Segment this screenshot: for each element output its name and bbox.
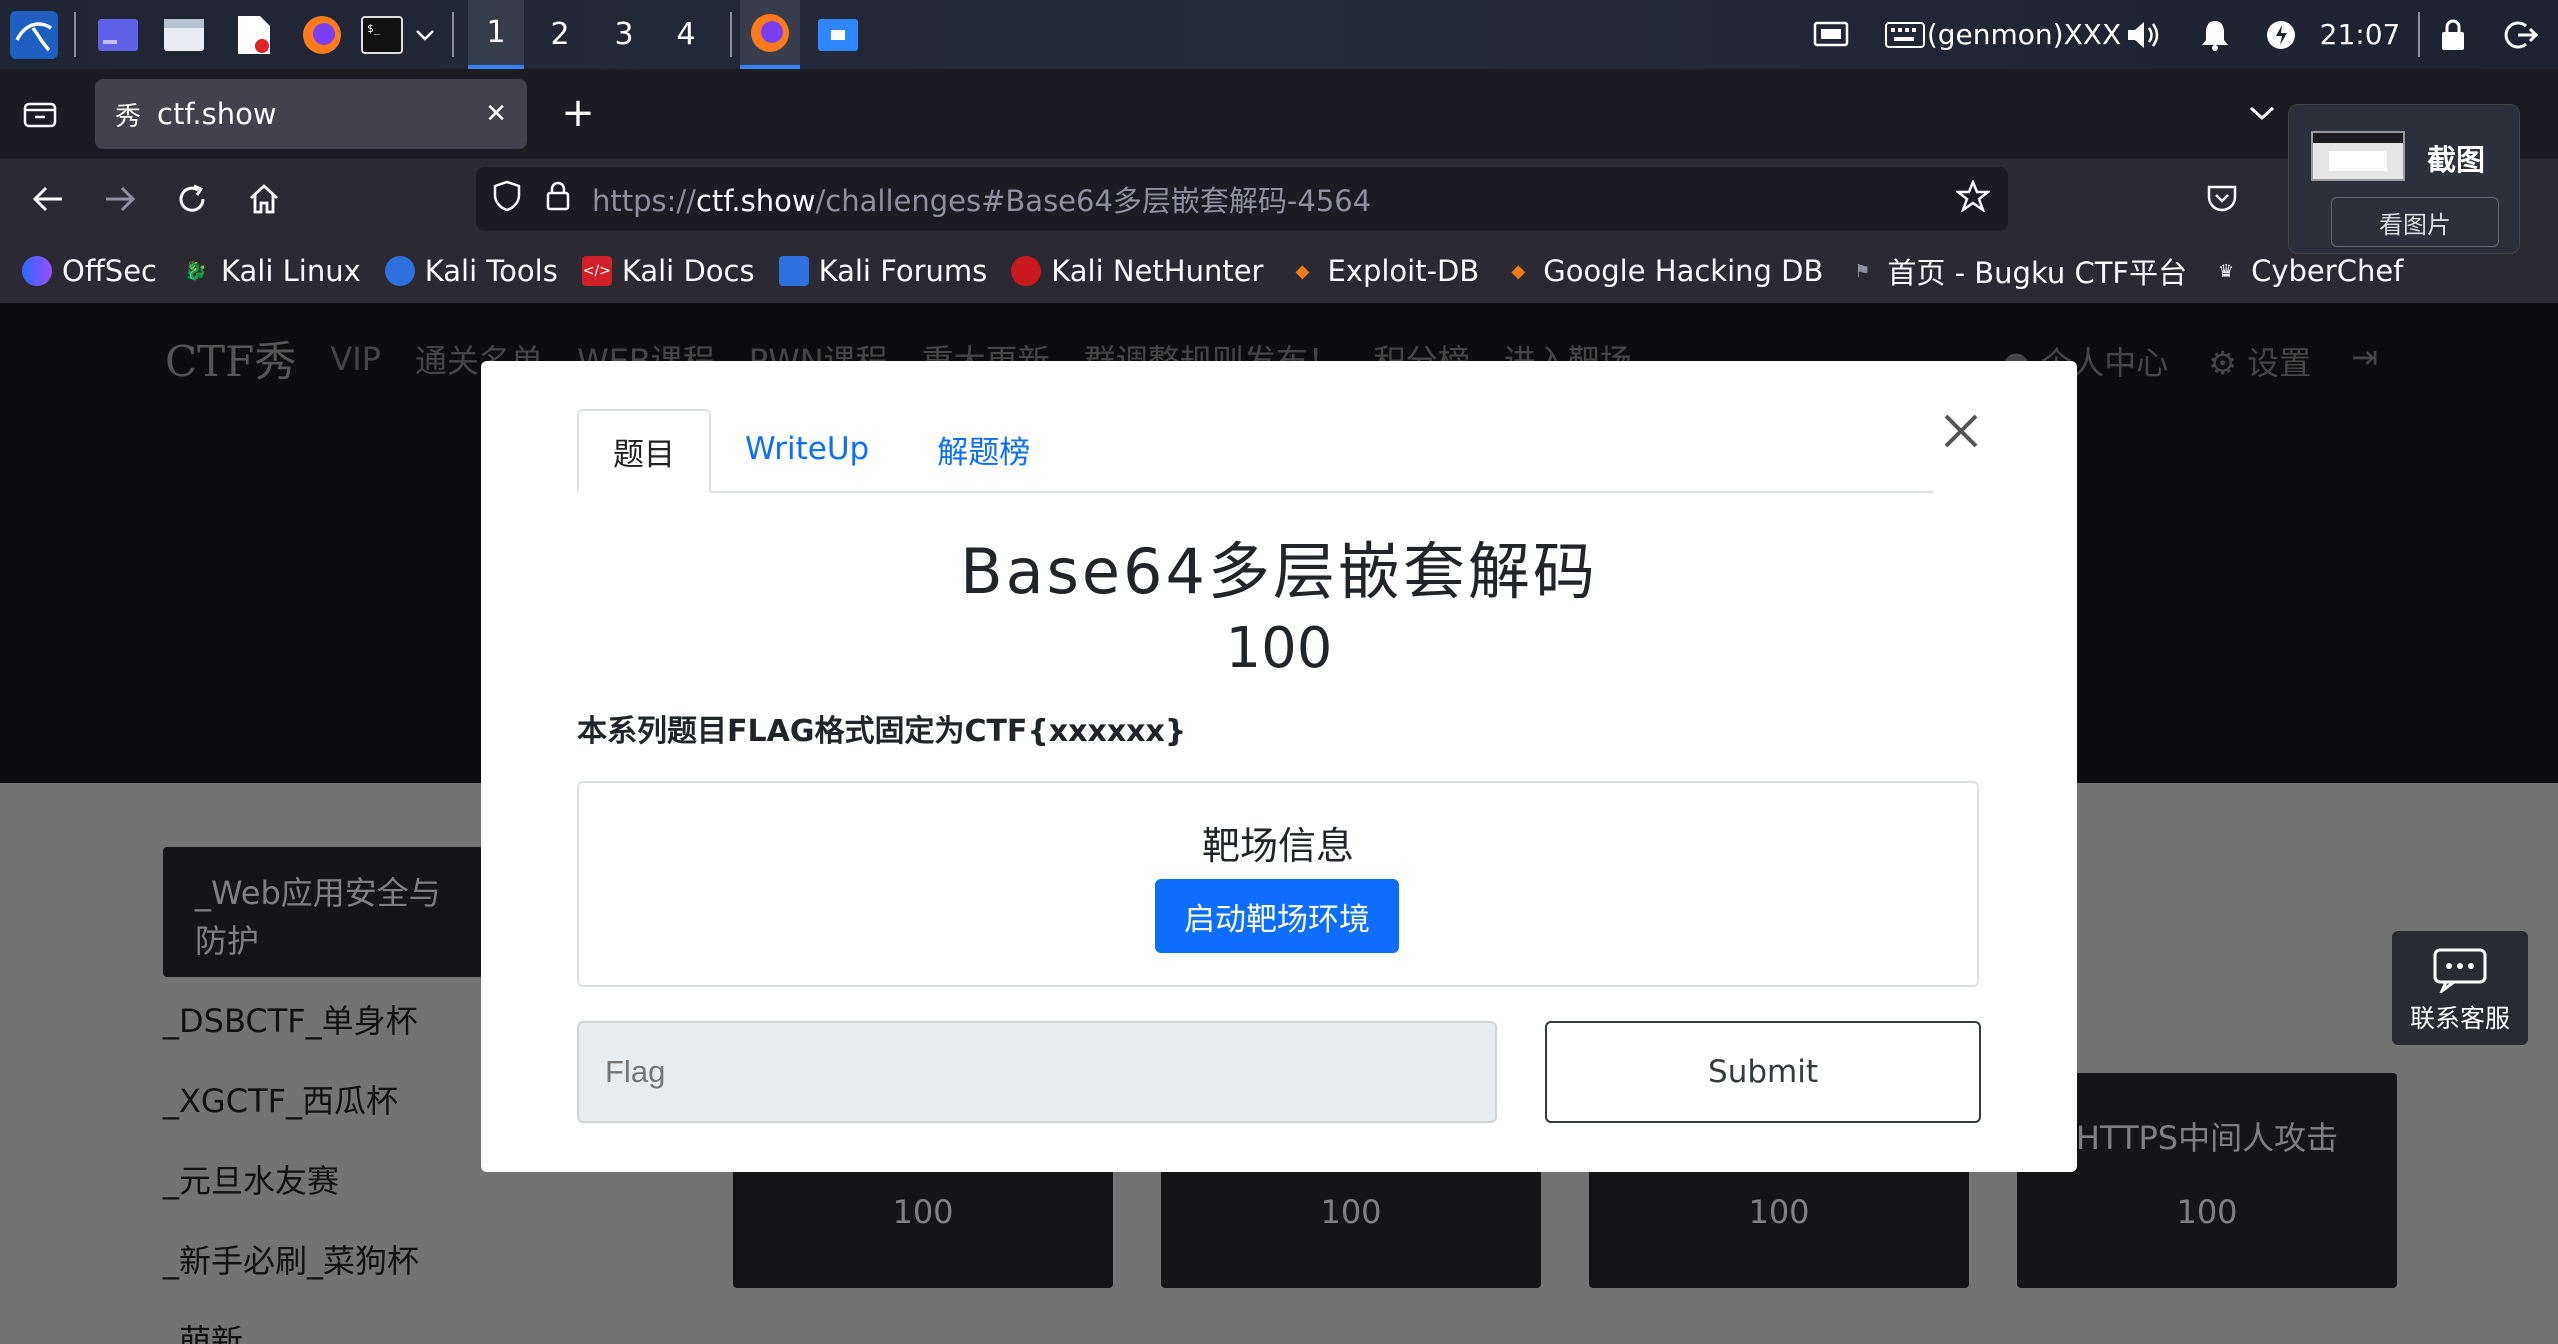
pocket-icon[interactable] <box>2194 171 2250 227</box>
ghdb-icon: ◆ <box>1511 260 1526 282</box>
workspace-3[interactable]: 3 <box>596 0 652 69</box>
screenshot-popup: 截图 看图片 <box>2288 104 2520 254</box>
tab-solves[interactable]: 解题榜 <box>903 407 1064 491</box>
contact-support-button[interactable]: 联系客服 <box>2392 931 2528 1045</box>
kali-forums-icon <box>778 256 809 286</box>
bookmark-star-icon[interactable] <box>1954 178 1992 219</box>
offsec-icon <box>22 256 52 286</box>
bugku-flag-icon: ⚑ <box>1854 260 1871 282</box>
kali-tools-icon <box>384 256 415 286</box>
nethunter-icon <box>1011 256 1042 286</box>
tab-writeup[interactable]: WriteUp <box>711 407 903 491</box>
target-info-title: 靶场信息 <box>1201 824 1354 868</box>
kali-docs-icon: </> <box>581 256 612 286</box>
chevron-down-icon[interactable] <box>410 0 440 69</box>
bookmark-exploit-db[interactable]: ◆ Exploit-DB <box>1287 254 1480 288</box>
taskbar-firefox-window[interactable] <box>740 0 800 69</box>
genmon-label: (genmon)XXX <box>1926 18 2122 51</box>
clock[interactable]: 21:07 <box>2310 0 2410 69</box>
lock-icon[interactable] <box>546 181 576 218</box>
bookmark-kali-linux[interactable]: 🐉 Kali Linux <box>181 254 361 288</box>
home-icon[interactable] <box>236 171 292 227</box>
file-manager-icon[interactable] <box>156 0 212 69</box>
network-icon[interactable] <box>1806 0 1856 69</box>
notifications-icon[interactable] <box>2190 0 2240 69</box>
back-icon[interactable] <box>20 171 76 227</box>
challenge-description: 本系列题目FLAG格式固定为CTF{xxxxxx} <box>577 714 1187 749</box>
logout-icon[interactable] <box>2496 0 2546 69</box>
url-prefix: https:// <box>592 184 696 218</box>
screenshot-title: 截图 <box>2427 143 2486 177</box>
bookmark-kali-docs[interactable]: </> Kali Docs <box>581 254 755 288</box>
url-domain: ctf.show <box>695 184 816 218</box>
svg-text:$_: $_ <box>367 22 381 35</box>
workspace-1[interactable]: 1 <box>468 0 524 69</box>
bookmark-offsec[interactable]: OffSec <box>22 254 157 288</box>
taskbar-screenshot-window[interactable] <box>808 0 868 69</box>
keyboard-icon[interactable] <box>1880 0 1930 69</box>
reload-icon[interactable] <box>164 171 220 227</box>
show-desktop-icon[interactable] <box>90 0 146 69</box>
challenge-score: 100 <box>1225 616 1333 681</box>
bookmark-google-hacking-db[interactable]: ◆ Google Hacking DB <box>1503 254 1823 288</box>
tab-title: ctf.show <box>157 97 277 131</box>
modal-tabs: 题目 WriteUp 解题榜 <box>577 409 1933 493</box>
list-all-tabs-icon[interactable] <box>2234 85 2290 141</box>
bookmark-cyberchef[interactable]: ♛ CyberChef <box>2211 254 2403 288</box>
start-environment-button[interactable]: 启动靶场环境 <box>1155 879 1399 953</box>
kali-menu-icon[interactable] <box>4 0 64 69</box>
desktop-panel: $_ 1 2 3 4 (genmon)XXX 21:07 <box>0 0 2558 69</box>
browser-tab-strip: 秀 ctf.show ✕ + <box>0 69 2558 159</box>
firefox-view-icon[interactable] <box>12 85 68 141</box>
volume-icon[interactable] <box>2118 0 2168 69</box>
lock-screen-icon[interactable] <box>2428 0 2478 69</box>
workspace-4[interactable]: 4 <box>658 0 714 69</box>
bookmarks-toolbar: OffSec 🐉 Kali Linux Kali Tools </> Kali Do… <box>0 239 2558 303</box>
tracking-protection-icon[interactable] <box>492 180 528 219</box>
bookmark-kali-nethunter[interactable]: Kali NetHunter <box>1011 254 1263 288</box>
bookmark-bugku[interactable]: ⚑ 首页 - Bugku CTF平台 <box>1847 250 2187 292</box>
text-editor-icon[interactable] <box>226 0 282 69</box>
screenshot-thumbnail[interactable] <box>2311 131 2405 181</box>
bookmark-kali-forums[interactable]: Kali Forums <box>778 254 987 288</box>
url-path: /challenges#Base64多层嵌套解码-4564 <box>815 184 1372 218</box>
ctf-favicon-icon: 秀 <box>115 101 142 132</box>
tab-ctf-show[interactable]: 秀 ctf.show ✕ <box>95 79 527 149</box>
view-image-button[interactable]: 看图片 <box>2331 197 2499 247</box>
cyberchef-icon: ♛ <box>2218 260 2235 282</box>
tab-problem[interactable]: 题目 <box>577 409 711 493</box>
forward-icon[interactable] <box>92 171 148 227</box>
close-tab-icon[interactable]: ✕ <box>485 99 507 129</box>
workspace-2[interactable]: 2 <box>532 0 588 69</box>
submit-button[interactable]: Submit <box>1545 1021 1981 1123</box>
power-manager-icon[interactable] <box>2256 0 2306 69</box>
terminal-icon[interactable]: $_ <box>356 0 408 69</box>
close-icon[interactable] <box>1936 406 1986 456</box>
exploit-db-icon: ◆ <box>1295 260 1310 282</box>
url-bar[interactable]: https://ctf.show/challenges#Base64多层嵌套解码… <box>476 167 2008 231</box>
bookmark-kali-tools[interactable]: Kali Tools <box>384 254 558 288</box>
kali-dragon-icon: 🐉 <box>184 260 208 282</box>
target-info-panel: 靶场信息 启动靶场环境 <box>577 781 1979 987</box>
new-tab-icon[interactable]: + <box>550 85 606 141</box>
navigation-toolbar: https://ctf.show/challenges#Base64多层嵌套解码… <box>0 159 2558 239</box>
challenge-title: Base64多层嵌套解码 <box>960 535 1598 608</box>
firefox-launcher-icon[interactable] <box>294 0 350 69</box>
challenge-modal: 题目 WriteUp 解题榜 Base64多层嵌套解码 100 本系列题目FLA… <box>481 361 2077 1172</box>
flag-input[interactable] <box>577 1021 1497 1123</box>
chat-icon <box>2392 947 2528 999</box>
